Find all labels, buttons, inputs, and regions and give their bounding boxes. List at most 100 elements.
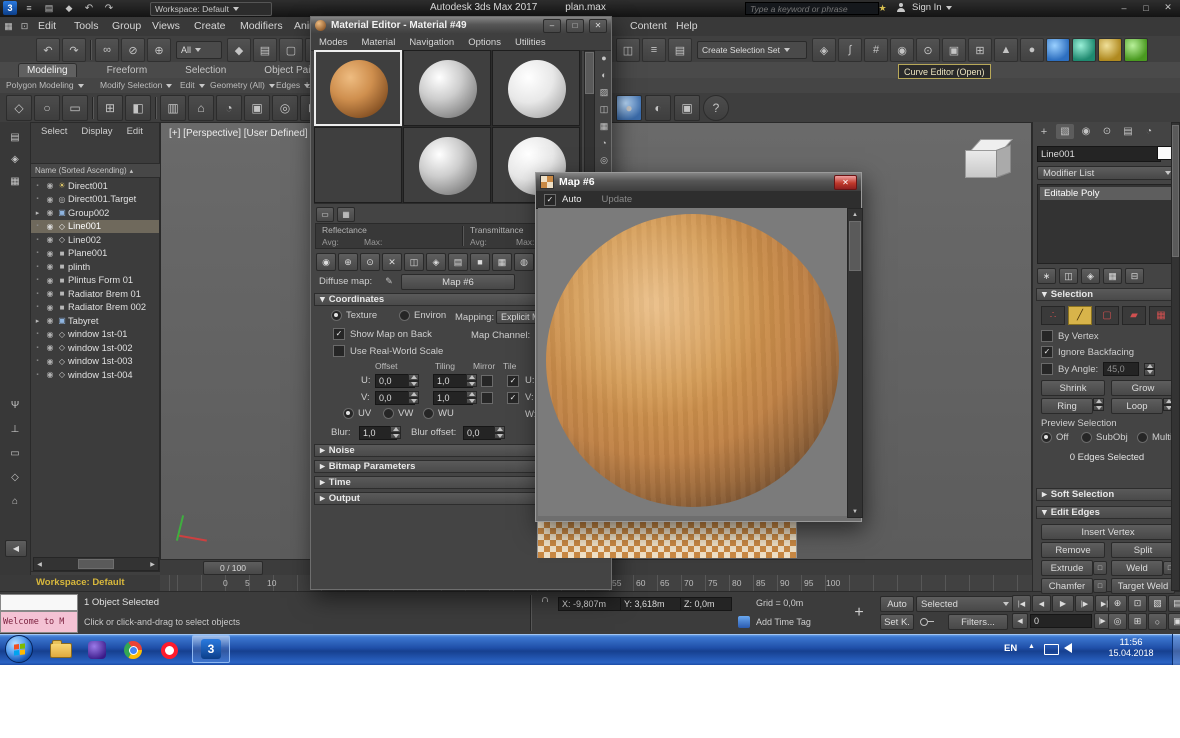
- tab-freeform[interactable]: Freeform: [99, 64, 156, 77]
- v-mirror-checkbox[interactable]: [481, 392, 493, 404]
- visibility-eye-icon[interactable]: ◉: [44, 235, 56, 244]
- map-window-titlebar[interactable]: Map #6 ✕: [536, 173, 861, 191]
- visibility-eye-icon[interactable]: ◉: [44, 289, 56, 298]
- edge-mode-icon[interactable]: ▭: [62, 95, 88, 121]
- key-mode-dropdown[interactable]: Selected: [916, 596, 1014, 612]
- border-mode-icon[interactable]: ⊞: [97, 95, 123, 121]
- maximize-button[interactable]: □: [1136, 1, 1156, 14]
- play-button[interactable]: ▶: [1052, 595, 1074, 612]
- shaded-view-icon[interactable]: ◐: [645, 95, 671, 121]
- u-offset-spinner[interactable]: [408, 374, 419, 387]
- maxscript-listener-white[interactable]: [0, 594, 78, 611]
- split-button[interactable]: Split: [1111, 542, 1175, 558]
- add-time-tag[interactable]: Add Time Tag: [756, 617, 811, 627]
- viewcube-front-face[interactable]: [965, 150, 997, 178]
- wu-radio[interactable]: [423, 408, 434, 419]
- sample-uv-tiling-icon[interactable]: ◫: [596, 101, 612, 117]
- group-edit[interactable]: Edit: [180, 80, 205, 90]
- sample-slot[interactable]: [314, 127, 402, 203]
- visibility-eye-icon[interactable]: ◉: [44, 303, 56, 312]
- show-map-on-back-row[interactable]: ✓Show Map on Back: [333, 328, 432, 340]
- expand-arrow-icon[interactable]: ▸: [31, 209, 44, 217]
- element-subobject-icon[interactable]: ▦: [1149, 306, 1173, 325]
- menu-modifiers[interactable]: Modifiers: [240, 20, 283, 32]
- by-angle-spinner[interactable]: [1144, 363, 1155, 376]
- backlight-icon[interactable]: ◐: [596, 67, 612, 83]
- help-icon[interactable]: ?: [703, 95, 729, 121]
- open-file-icon[interactable]: ▤: [42, 1, 56, 15]
- workspace-indicator[interactable]: Workspace: Default: [36, 577, 125, 588]
- group-edges[interactable]: Edges: [276, 80, 310, 90]
- stack-item-editable-poly[interactable]: Editable Poly: [1040, 187, 1174, 200]
- list-item[interactable]: ▪◉■Radiator Brem 01: [31, 287, 159, 301]
- preserve-uvs-icon[interactable]: ◎: [272, 95, 298, 121]
- u-tiling-spinner[interactable]: [466, 374, 477, 387]
- display-tray-icon[interactable]: [1044, 644, 1059, 655]
- auto-update-checkbox[interactable]: ✓: [544, 194, 556, 206]
- sign-in-button[interactable]: Sign In: [912, 2, 952, 13]
- opera-taskbar-icon[interactable]: [156, 638, 182, 662]
- shrink-button[interactable]: Shrink: [1041, 380, 1105, 396]
- favorites-star-icon[interactable]: ★: [876, 2, 889, 15]
- extrude-settings-icon[interactable]: □: [1093, 561, 1107, 575]
- time-slider-button[interactable]: 0 / 100: [203, 561, 263, 575]
- list-item[interactable]: ▪◉◇window 1st-01: [31, 328, 159, 342]
- weld-button[interactable]: Weld: [1111, 560, 1163, 576]
- preview-subobj-radio[interactable]: [1081, 432, 1092, 443]
- teapot-iterative-icon[interactable]: [1072, 38, 1096, 62]
- start-button[interactable]: [5, 635, 33, 663]
- media-player-taskbar-icon[interactable]: [84, 638, 110, 662]
- create-selection-set-dropdown[interactable]: Create Selection Set: [697, 41, 807, 59]
- orbit-icon[interactable]: ○: [1148, 613, 1167, 630]
- layout-icon[interactable]: ⊡: [18, 20, 31, 33]
- visibility-eye-icon[interactable]: ◉: [44, 262, 56, 271]
- list-item[interactable]: ▪◉☀Direct001: [31, 179, 159, 193]
- grid-toggle-icon[interactable]: ▣: [674, 95, 700, 121]
- shapes-tool-icon[interactable]: ◇: [5, 468, 25, 486]
- ignore-backfacing-checkbox[interactable]: ✓: [1041, 346, 1053, 358]
- menu-group[interactable]: Group: [112, 20, 141, 32]
- uv-radio[interactable]: [343, 408, 354, 419]
- visibility-eye-icon[interactable]: ◉: [44, 222, 56, 231]
- render-in-cloud-icon[interactable]: ●: [1020, 38, 1044, 62]
- sample-slot[interactable]: [492, 50, 580, 126]
- redo-icon[interactable]: ↷: [102, 1, 116, 15]
- vw-option[interactable]: VW: [383, 408, 413, 419]
- uv-option[interactable]: UV: [343, 408, 371, 419]
- visibility-eye-icon[interactable]: ◉: [44, 195, 56, 204]
- tab-display-icon[interactable]: ▤: [1119, 124, 1137, 139]
- language-indicator[interactable]: EN: [1004, 643, 1017, 654]
- pan-icon[interactable]: ⊞: [1128, 613, 1147, 630]
- slot-grid-icon[interactable]: ▦: [337, 207, 355, 222]
- update-button[interactable]: Update: [602, 194, 633, 205]
- home-tool-icon[interactable]: ⌂: [5, 492, 25, 510]
- maximize-button[interactable]: □: [566, 19, 584, 33]
- make-material-copy-icon[interactable]: ◫: [404, 253, 424, 271]
- background-icon[interactable]: ▨: [596, 84, 612, 100]
- scroll-down-icon[interactable]: ▼: [848, 506, 862, 517]
- preview-off-option[interactable]: Off: [1041, 432, 1069, 443]
- layer-explorer-icon[interactable]: ▤: [668, 38, 692, 62]
- menu-edit[interactable]: Edit: [38, 20, 56, 32]
- explorer-taskbar-icon[interactable]: [48, 638, 74, 662]
- group-geometry-all[interactable]: Geometry (All): [210, 80, 275, 90]
- explorer-menu-select[interactable]: Select: [41, 126, 67, 137]
- ring-button[interactable]: Ring: [1041, 398, 1093, 414]
- volume-tray-icon[interactable]: [1064, 643, 1072, 653]
- explorer-filter-icon[interactable]: ▤: [5, 128, 25, 146]
- diffuse-map-button[interactable]: Map #6: [401, 274, 515, 290]
- menu-modes[interactable]: Modes: [319, 37, 348, 48]
- pencil-icon[interactable]: ✎: [381, 274, 397, 288]
- chrome-taskbar-icon[interactable]: [120, 638, 146, 662]
- insert-vertex-button[interactable]: Insert Vertex: [1041, 524, 1175, 540]
- absolute-mode-toggle-icon[interactable]: +: [848, 598, 870, 628]
- v-tile-checkbox[interactable]: ✓: [507, 392, 519, 404]
- tray-expand-icon[interactable]: ▲: [1028, 643, 1035, 650]
- render-setup-icon[interactable]: ⊙: [916, 38, 940, 62]
- viewcube-side-face[interactable]: [996, 145, 1011, 178]
- app-titlebar[interactable]: 3 ≡ ▤ ◆ ↶ ↷ Workspace: Default Autodesk …: [0, 0, 1180, 17]
- environ-option[interactable]: Environ: [399, 310, 446, 321]
- put-material-to-scene-icon[interactable]: ⊕: [338, 253, 358, 271]
- redo-scene-icon[interactable]: ↷: [62, 38, 86, 62]
- sample-slot[interactable]: [403, 50, 491, 126]
